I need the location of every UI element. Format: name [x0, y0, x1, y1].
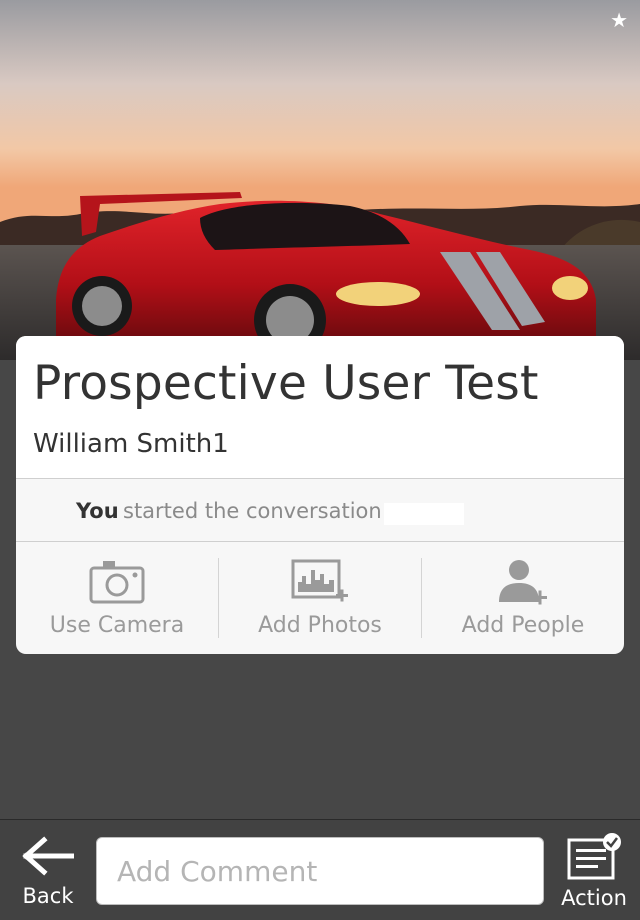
bottom-toolbar: Back Action	[0, 819, 640, 920]
participant-name: William Smith1	[33, 429, 229, 459]
car-photo-illustration	[0, 0, 640, 360]
back-label: Back	[22, 884, 74, 908]
status-actor: You	[76, 499, 119, 523]
add-photos-label: Add Photos	[258, 613, 382, 638]
add-photos-icon	[291, 559, 348, 602]
action-label: Action	[561, 886, 627, 910]
camera-icon	[89, 561, 145, 604]
back-arrow-icon	[22, 836, 74, 876]
status-timestamp-redacted	[384, 503, 464, 525]
star-icon[interactable]: ★	[610, 8, 628, 32]
add-person-icon	[499, 560, 547, 605]
conversation-title: Prospective User Test	[33, 356, 539, 411]
comment-input[interactable]	[96, 837, 544, 905]
status-text: started the conversation	[123, 499, 382, 523]
use-camera-button[interactable]: Use Camera	[16, 543, 218, 654]
action-button[interactable]: Action	[556, 830, 632, 914]
action-document-icon	[567, 833, 621, 880]
add-photos-button[interactable]: Add Photos	[219, 543, 421, 654]
add-people-button[interactable]: Add People	[422, 543, 624, 654]
use-camera-label: Use Camera	[49, 613, 185, 638]
screen: ★ Prospective User Test William Smith1 Y…	[0, 0, 640, 920]
actions-row: Use Camera Add Photos Add People	[16, 543, 624, 654]
hero-photo: ★	[0, 0, 640, 360]
back-button[interactable]: Back	[8, 832, 88, 912]
add-people-label: Add People	[461, 613, 585, 638]
conversation-card: Prospective User Test William Smith1 You…	[16, 336, 624, 654]
